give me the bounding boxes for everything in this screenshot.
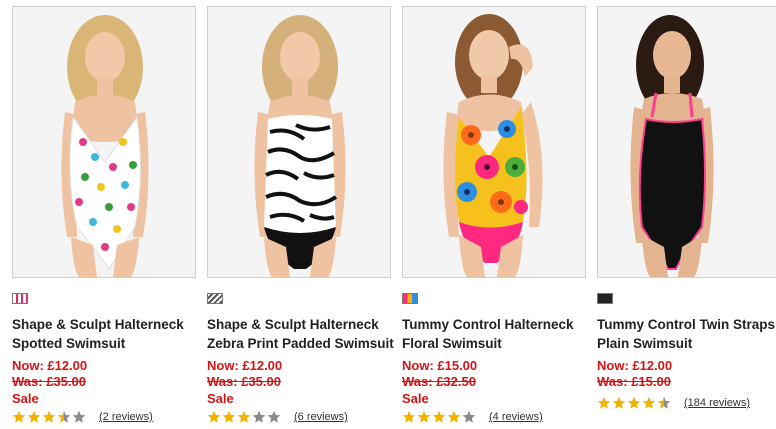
star-icon	[447, 410, 461, 424]
color-swatch[interactable]	[207, 293, 223, 304]
product-title-link[interactable]: Shape & Sculpt Halterneck Zebra Print Pa…	[207, 315, 394, 353]
product-title-line: Floral Swimsuit	[402, 336, 502, 351]
star-icon	[72, 410, 86, 424]
star-icon	[627, 396, 641, 410]
product-title-line: Zebra Print Padded Swimsuit	[207, 336, 394, 351]
reviews-link[interactable]: (2 reviews)	[99, 411, 153, 423]
star-icon	[597, 396, 611, 410]
star-icon	[42, 410, 56, 424]
star-rating	[12, 410, 87, 424]
star-icon	[267, 410, 281, 424]
product-title-line: Tummy Control Halterneck	[402, 317, 574, 332]
star-icon	[57, 410, 71, 424]
rating: (2 reviews)	[12, 410, 196, 424]
star-icon	[27, 410, 41, 424]
star-rating	[207, 410, 282, 424]
now-price: Now: £12.00	[597, 358, 673, 373]
was-price: Was: £15.00	[597, 374, 671, 389]
product-grid: Shape & Sculpt Halterneck Spotted Swimsu…	[12, 6, 776, 424]
product-card: Tummy Control Halterneck Floral Swimsuit…	[402, 6, 586, 424]
product-title-line: Tummy Control Twin Straps	[597, 317, 776, 332]
now-price: Now: £12.00	[12, 358, 88, 373]
color-swatch[interactable]	[597, 293, 613, 304]
sale-badge: Sale	[12, 391, 39, 406]
star-rating	[402, 410, 477, 424]
product-title-link[interactable]: Tummy Control Halterneck Floral Swimsuit	[402, 315, 586, 353]
reviews-link[interactable]: (6 reviews)	[294, 411, 348, 423]
product-title-line: Plain Swimsuit	[597, 336, 693, 351]
star-icon	[402, 410, 416, 424]
product-image[interactable]	[597, 6, 776, 278]
product-image[interactable]	[12, 6, 196, 278]
sale-badge: Sale	[402, 391, 429, 406]
product-title-line: Shape & Sculpt Halterneck	[12, 317, 184, 332]
rating: (4 reviews)	[402, 410, 586, 424]
star-icon	[612, 396, 626, 410]
star-icon	[252, 410, 266, 424]
was-price: Was: £35.00	[12, 374, 86, 389]
star-icon	[657, 396, 671, 410]
color-swatch[interactable]	[402, 293, 418, 304]
product-title-link[interactable]: Tummy Control Twin Straps Plain Swimsuit	[597, 315, 776, 353]
product-image[interactable]	[402, 6, 586, 278]
rating: (184 reviews)	[597, 396, 776, 410]
was-price: Was: £35.00	[207, 374, 281, 389]
product-card: Shape & Sculpt Halterneck Spotted Swimsu…	[12, 6, 196, 424]
star-rating	[597, 396, 672, 410]
now-price: Now: £12.00	[207, 358, 283, 373]
star-icon	[462, 410, 476, 424]
star-icon	[417, 410, 431, 424]
star-icon	[12, 410, 26, 424]
product-title-line: Shape & Sculpt Halterneck	[207, 317, 379, 332]
product-card: Shape & Sculpt Halterneck Zebra Print Pa…	[207, 6, 394, 424]
star-icon	[432, 410, 446, 424]
product-title-link[interactable]: Shape & Sculpt Halterneck Spotted Swimsu…	[12, 315, 196, 353]
sale-badge: Sale	[207, 391, 234, 406]
reviews-link[interactable]: (184 reviews)	[684, 397, 750, 409]
color-swatch[interactable]	[12, 293, 28, 304]
rating: (6 reviews)	[207, 410, 391, 424]
product-title-line: Spotted Swimsuit	[12, 336, 126, 351]
star-icon	[237, 410, 251, 424]
was-price: Was: £32.50	[402, 374, 476, 389]
product-card: Tummy Control Twin Straps Plain Swimsuit…	[597, 6, 776, 424]
product-image[interactable]	[207, 6, 391, 278]
now-price: Now: £15.00	[402, 358, 478, 373]
star-icon	[207, 410, 221, 424]
reviews-link[interactable]: (4 reviews)	[489, 411, 543, 423]
star-icon	[222, 410, 236, 424]
star-icon	[642, 396, 656, 410]
